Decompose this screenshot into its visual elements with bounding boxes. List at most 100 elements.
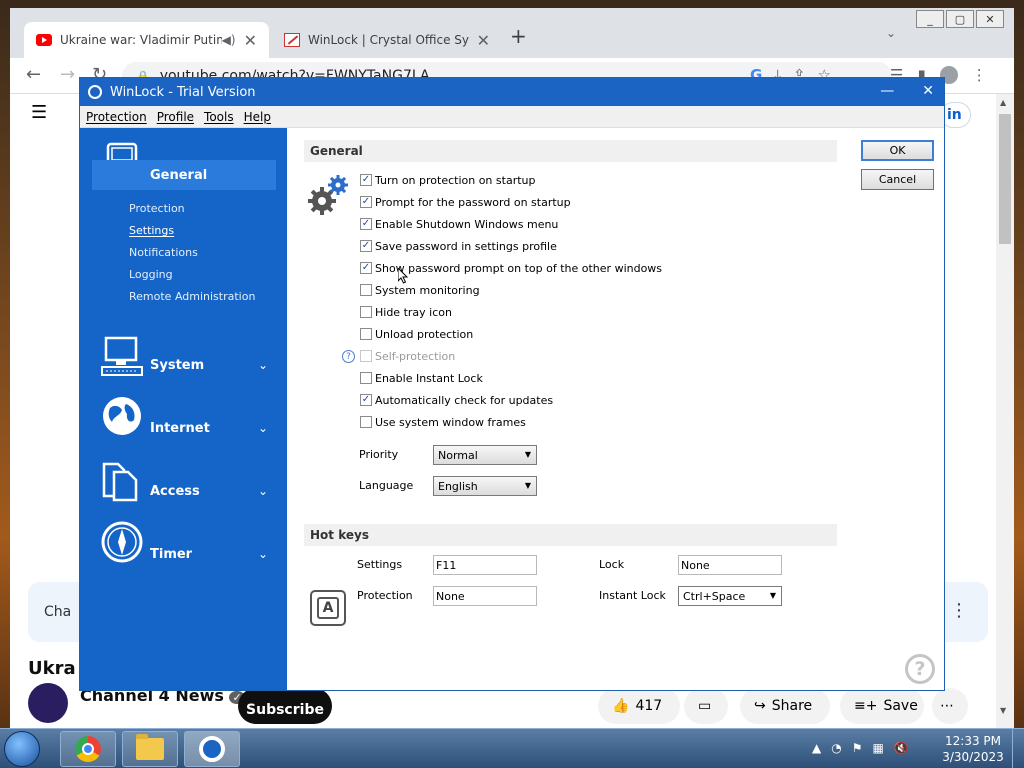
restore-button[interactable]: ▢	[946, 10, 974, 28]
cancel-button[interactable]: Cancel	[861, 169, 934, 190]
menu-protection[interactable]: Protection	[86, 110, 147, 124]
show-desktop-button[interactable]	[1012, 729, 1024, 768]
option-prompt-for-the-password-on-startup[interactable]: ✓ Prompt for the password on startup	[360, 194, 571, 210]
sidebar-section-label: Internet	[150, 420, 210, 436]
yt-save-label: Save	[883, 698, 918, 714]
scroll-up-icon[interactable]: ▲	[1000, 98, 1006, 107]
speaker-icon[interactable]: ◀)	[222, 33, 236, 47]
yt-subscribe-button[interactable]: Subscribe	[238, 688, 332, 724]
option-hide-tray-icon[interactable]: Hide tray icon	[360, 304, 452, 320]
yt-dislike-button[interactable]: ▭	[684, 688, 728, 724]
dialog-close-icon[interactable]: ✕	[922, 83, 934, 99]
more-icon[interactable]: ⋮	[950, 600, 968, 621]
back-icon[interactable]: ←	[26, 64, 41, 85]
chevron-down-icon: ⌄	[257, 484, 268, 498]
checkbox[interactable]: ✓	[360, 218, 372, 230]
dialog-minimize-icon[interactable]: —	[880, 83, 894, 99]
checkbox[interactable]	[360, 328, 372, 340]
option-system-monitoring[interactable]: System monitoring	[360, 282, 480, 298]
option-enable-instant-lock[interactable]: Enable Instant Lock	[360, 370, 483, 386]
option-enable-shutdown-windows-menu[interactable]: ✓ Enable Shutdown Windows menu	[360, 216, 558, 232]
language-select[interactable]: English	[433, 476, 537, 496]
menu-profile[interactable]: Profile	[157, 110, 194, 124]
yt-menu-icon[interactable]: ☰	[31, 102, 47, 123]
sidebar-item-logging[interactable]: Logging	[129, 268, 173, 281]
tray-flag-icon[interactable]: ⚑	[852, 741, 863, 755]
tab-youtube[interactable]: Ukraine war: Vladimir Putin to ◀) ✕	[24, 22, 269, 58]
checkbox[interactable]: ✓	[360, 262, 372, 274]
scroll-down-icon[interactable]: ▼	[1000, 706, 1006, 715]
option-unload-protection[interactable]: Unload protection	[360, 326, 473, 342]
option-label: Unload protection	[375, 327, 474, 341]
help-icon[interactable]: ?	[905, 654, 935, 684]
yt-save-button[interactable]: ≡+ Save	[840, 688, 924, 724]
option-turn-on-protection-on-startup[interactable]: ✓ Turn on protection on startup	[360, 172, 535, 188]
sidebar-section-label: Timer	[150, 546, 193, 562]
sidebar-item-protection[interactable]: Protection	[129, 202, 185, 215]
sidebar-section-system[interactable]: System ⌄	[92, 350, 276, 380]
sidebar-section-general[interactable]: General	[92, 160, 276, 190]
page-scrollbar[interactable]: ▲ ▼	[996, 94, 1014, 728]
yt-more-button[interactable]: ⋯	[932, 688, 968, 724]
sidebar-item-notifications[interactable]: Notifications	[129, 246, 198, 259]
option-automatically-check-for-updates[interactable]: ✓ Automatically check for updates	[360, 392, 553, 408]
hotkey-protection-field[interactable]: None	[433, 586, 537, 606]
close-window-button[interactable]: ✕	[976, 10, 1004, 28]
hotkey-instant-lock-select[interactable]: Ctrl+Space	[678, 586, 782, 606]
clock[interactable]: 12:33 PM 3/30/2023	[940, 733, 1006, 765]
menu-tools[interactable]: Tools	[204, 110, 234, 124]
yt-channel-avatar[interactable]	[28, 683, 68, 723]
menu-help[interactable]: Help	[244, 110, 271, 124]
taskbar-chrome[interactable]	[60, 731, 116, 767]
sidebar-item-remote-administration[interactable]: Remote Administration	[129, 290, 255, 303]
minimize-button[interactable]: _	[916, 10, 944, 28]
close-tab-icon[interactable]: ✕	[244, 31, 257, 50]
sidebar-section-internet[interactable]: Internet ⌄	[92, 413, 276, 443]
yt-share-button[interactable]: ↪ Share	[740, 688, 830, 724]
checkbox[interactable]	[360, 306, 372, 318]
keyboard-key-icon: A	[310, 590, 346, 626]
winlock-icon	[284, 33, 300, 47]
close-tab-icon[interactable]: ✕	[477, 31, 490, 50]
tray-volume-icon[interactable]: 🔇	[894, 741, 909, 755]
share-arrow-icon: ↪	[754, 698, 766, 714]
option-use-system-window-frames[interactable]: Use system window frames	[360, 414, 526, 430]
clock-date: 3/30/2023	[942, 750, 1004, 764]
hotkey-settings-field[interactable]: F11	[433, 555, 537, 575]
option-save-password-in-settings-profile[interactable]: ✓ Save password in settings profile	[360, 238, 557, 254]
new-tab-icon[interactable]: +	[510, 24, 527, 48]
tab-search-chevron-icon[interactable]: ⌄	[886, 26, 896, 40]
tab-strip: Ukraine war: Vladimir Putin to ◀) ✕ WinL…	[10, 8, 1014, 58]
dialog-titlebar[interactable]: WinLock - Trial Version — ✕	[80, 78, 944, 106]
taskbar-explorer[interactable]	[122, 731, 178, 767]
checkbox[interactable]	[360, 416, 372, 428]
start-button[interactable]	[4, 731, 40, 767]
priority-select[interactable]: Normal	[433, 445, 537, 465]
tray-winlock-icon[interactable]: ◔	[831, 741, 841, 755]
scroll-thumb[interactable]	[999, 114, 1011, 244]
checkbox[interactable]: ✓	[360, 174, 372, 186]
hotkey-protection-label: Protection	[357, 589, 413, 602]
option-label: Prompt for the password on startup	[375, 195, 571, 209]
checkbox[interactable]: ✓	[360, 240, 372, 252]
tray-expand-icon[interactable]: ▲	[812, 741, 821, 755]
forward-icon[interactable]: →	[60, 64, 75, 85]
hotkey-lock-field[interactable]: None	[678, 555, 782, 575]
menu-kebab-icon[interactable]: ⋮	[972, 66, 987, 84]
tray-network-icon[interactable]: ▦	[872, 741, 883, 755]
checkbox[interactable]	[360, 372, 372, 384]
tab-winlock[interactable]: WinLock | Crystal Office Systems ✕	[272, 22, 502, 58]
ok-button[interactable]: OK	[861, 140, 934, 161]
option-label: Enable Shutdown Windows menu	[375, 217, 559, 231]
sidebar-section-timer[interactable]: Timer ⌄	[92, 539, 276, 569]
sidebar-section-access[interactable]: Access ⌄	[92, 476, 276, 506]
yt-like-button[interactable]: 👍 417	[598, 688, 680, 724]
yt-share-label: Share	[771, 698, 813, 714]
self-protection-help-icon[interactable]: ?	[342, 350, 355, 363]
checkbox[interactable]: ✓	[360, 196, 372, 208]
checkbox[interactable]: ✓	[360, 394, 372, 406]
checkbox[interactable]	[360, 284, 372, 296]
taskbar-winlock[interactable]	[184, 731, 240, 767]
sidebar-item-settings[interactable]: Settings	[129, 224, 174, 237]
option-label: Use system window frames	[375, 415, 526, 429]
